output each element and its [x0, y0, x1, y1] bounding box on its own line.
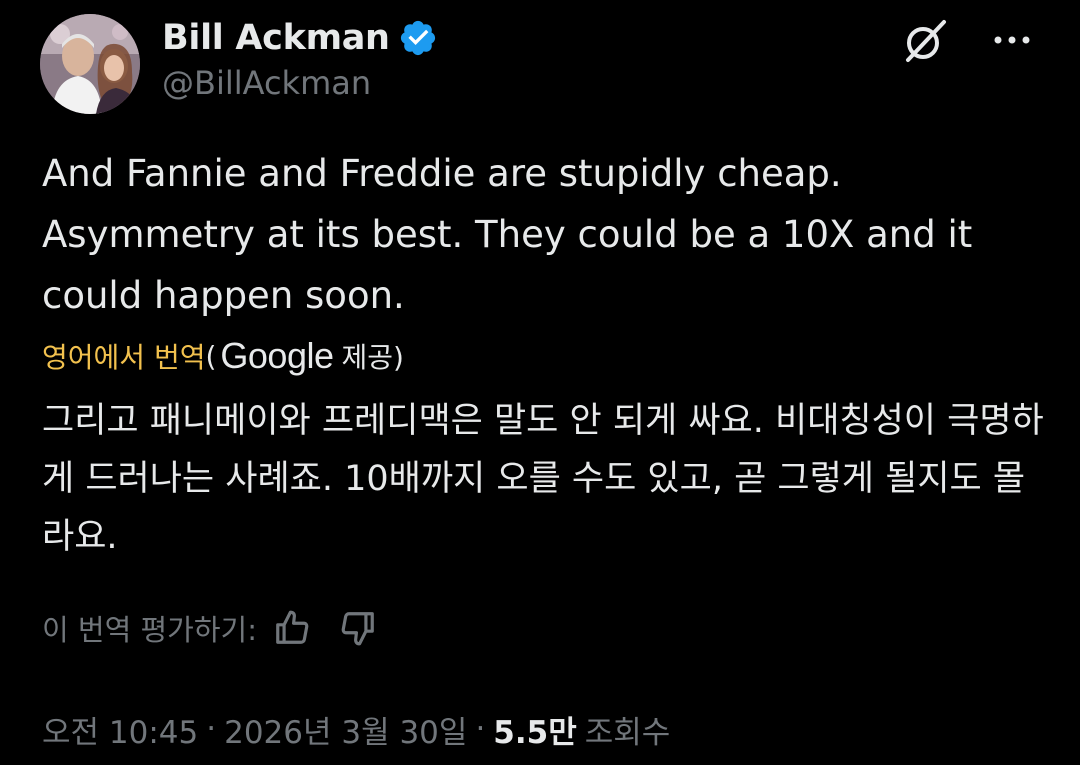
- google-logo-text: Google: [220, 335, 334, 376]
- tweet-text: And Fannie and Freddie are stupidly chea…: [42, 152, 973, 317]
- translate-label[interactable]: 영어에서 번역: [42, 336, 205, 376]
- rate-translation-label: 이 번역 평가하기:: [42, 613, 257, 647]
- translated-text: 그리고 패니메이와 프레디맥은 말도 안 되게 싸요. 비대칭성이 극명하게 드…: [42, 401, 1044, 557]
- meta-separator: ·: [475, 711, 486, 747]
- tweet-time[interactable]: 오전 10:45: [42, 707, 198, 752]
- meta-separator: ·: [206, 711, 217, 747]
- thumbs-down-icon[interactable]: [339, 609, 377, 647]
- more-options-icon[interactable]: [992, 32, 1032, 48]
- views-count[interactable]: 5.5만: [493, 707, 576, 752]
- translation-attribution: 영어에서 번역 ( Google 제공): [42, 334, 404, 378]
- verified-badge-icon: [400, 20, 435, 56]
- rate-translation: 이 번역 평가하기:: [42, 606, 377, 650]
- views-label: 조회수: [584, 714, 671, 751]
- avatar[interactable]: [40, 14, 140, 114]
- thumbs-up-icon[interactable]: [273, 609, 311, 647]
- tweet-meta: 오전 10:45 · 2026년 3월 30일 · 5.5만 조회수: [42, 706, 670, 752]
- author-handle[interactable]: @BillAckman: [162, 64, 438, 102]
- grok-icon[interactable]: [900, 16, 950, 66]
- translate-paren-open: (: [205, 339, 217, 373]
- tweet-header: Bill Ackman @BillAckman: [40, 14, 1050, 114]
- author-info: Bill Ackman @BillAckman: [162, 16, 438, 102]
- translate-provider-suffix: 제공): [341, 341, 404, 374]
- tweet-date[interactable]: 2026년 3월 30일: [224, 707, 467, 752]
- author-display-name[interactable]: Bill Ackman: [162, 18, 390, 58]
